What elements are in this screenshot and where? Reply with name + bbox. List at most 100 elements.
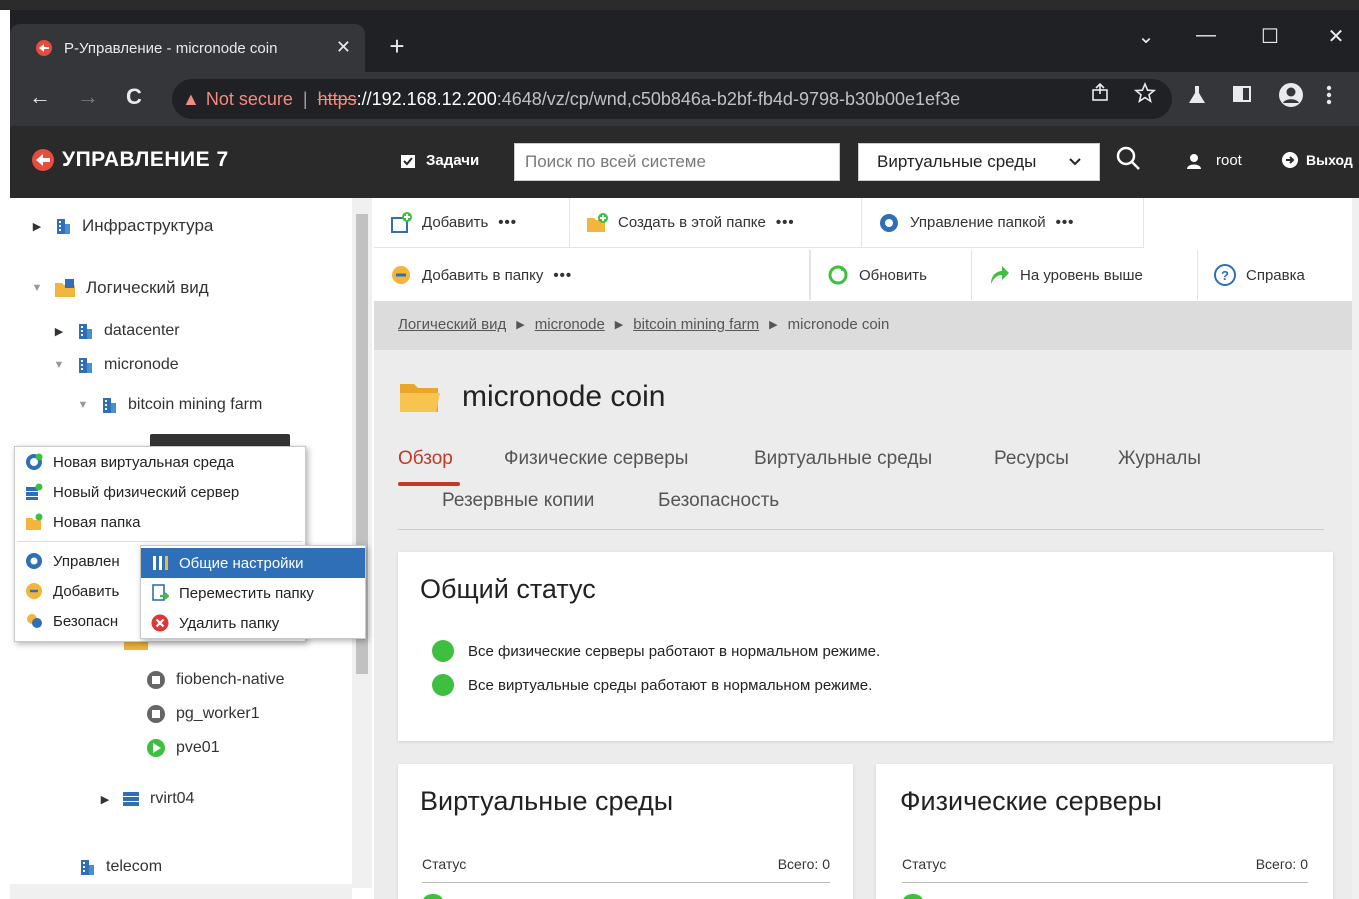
building-icon <box>79 358 92 373</box>
tree-item-pve01[interactable]: pve01 <box>146 738 220 758</box>
tree-vertical-scrollbar[interactable] <box>352 198 372 888</box>
url-separator: | <box>302 88 308 109</box>
content-scrollbar[interactable] <box>1352 198 1359 899</box>
create-in-folder-button[interactable]: Создать в этой папке ••• <box>570 198 862 248</box>
tree-item-infrastructure[interactable]: ▶ Инфраструктура <box>30 216 214 236</box>
menu-item-new-server[interactable]: Новый физический сервер <box>15 477 305 507</box>
browser-menu-icon[interactable] <box>1326 84 1332 106</box>
new-folder-icon <box>587 212 608 232</box>
collapse-arrow-icon[interactable]: ▼ <box>30 282 44 294</box>
tree-item-telecom[interactable]: telecom <box>78 858 162 876</box>
tree-item-logical-view[interactable]: ▼ Логический вид <box>30 278 209 298</box>
submenu-item-delete-folder[interactable]: Удалить папку <box>141 608 365 638</box>
submenu-item-general-settings[interactable]: Общие настройки <box>141 548 365 578</box>
virtual-environments-card: Виртуальные среды Статус Всего: 0 <box>398 764 853 899</box>
chevron-down-icon <box>1069 158 1081 166</box>
menu-item-label: Новая папка <box>53 513 141 531</box>
tab-physical-servers[interactable]: Физические серверы <box>504 448 688 470</box>
global-search-input[interactable] <box>514 143 840 181</box>
maximize-button[interactable]: ☐ <box>1250 24 1290 49</box>
tree-label: datacenter <box>104 322 180 339</box>
new-tab-button[interactable]: + <box>382 32 412 62</box>
tab-security[interactable]: Безопасность <box>658 490 779 512</box>
menu-item-label: Удалить папку <box>179 614 280 632</box>
action-toolbar: Добавить ••• Создать в этой папке ••• Уп… <box>374 198 1352 302</box>
minimize-button[interactable]: — <box>1186 24 1226 47</box>
user-icon <box>1187 153 1201 169</box>
breadcrumb-link[interactable]: Логический вид <box>398 316 506 333</box>
url-scheme-sep: :// <box>356 88 372 109</box>
tab-resources[interactable]: Ресурсы <box>994 448 1069 470</box>
back-button[interactable]: ← <box>24 84 56 110</box>
add-to-folder-icon <box>392 266 410 284</box>
browser-tab[interactable]: Р-Управление - micronode coin ✕ <box>10 24 365 72</box>
side-panel-icon[interactable] <box>1232 84 1252 104</box>
more-icon[interactable]: ••• <box>498 214 517 231</box>
manage-folder-button[interactable]: Управление папкой ••• <box>862 198 1144 248</box>
tab-close-icon[interactable]: ✕ <box>336 37 351 58</box>
gear-icon <box>880 213 898 232</box>
tree-label: Инфраструктура <box>82 216 214 235</box>
tab-virtual-environments[interactable]: Виртуальные среды <box>754 448 932 470</box>
profile-icon[interactable] <box>1278 82 1304 108</box>
bookmark-star-icon[interactable] <box>1134 82 1156 104</box>
app-logo[interactable]: УПРАВЛЕНИЕ 7 <box>32 148 229 172</box>
not-secure-label[interactable]: Not secure <box>206 89 293 110</box>
more-icon[interactable]: ••• <box>1056 214 1075 231</box>
manage-label: Управление папкой <box>910 214 1046 231</box>
level-up-button[interactable]: На уровень выше <box>972 250 1198 300</box>
collapse-arrow-icon[interactable]: ▼ <box>76 399 90 411</box>
tree-item-datacenter[interactable]: ▶ datacenter <box>52 322 180 340</box>
tab-search-icon[interactable]: ⌄ <box>1126 24 1166 49</box>
tree-item-pg-worker1[interactable]: pg_worker1 <box>146 704 260 724</box>
expand-arrow-icon[interactable]: ▶ <box>52 325 66 338</box>
column-status: Статус <box>422 856 467 872</box>
tree-item-bitcoin-mining-farm[interactable]: ▼ bitcoin mining farm <box>76 396 262 414</box>
forward-button[interactable]: → <box>72 84 104 110</box>
refresh-button[interactable]: Обновить <box>810 250 972 300</box>
breadcrumb-link[interactable]: micronode <box>535 316 605 333</box>
tasks-button[interactable]: Задачи <box>400 152 479 169</box>
submenu-item-move-folder[interactable]: Переместить папку <box>141 578 365 608</box>
ve-stopped-icon <box>147 671 165 689</box>
more-icon[interactable]: ••• <box>776 214 795 231</box>
tab-overview[interactable]: Обзор <box>398 448 453 470</box>
delete-icon <box>151 614 169 632</box>
add-button[interactable]: Добавить ••• <box>374 198 570 248</box>
tree-label: Логический вид <box>86 278 209 297</box>
user-menu[interactable]: root <box>1186 152 1242 169</box>
logo-text: УПРАВЛЕНИЕ 7 <box>62 148 229 171</box>
reload-button[interactable]: C <box>118 84 150 110</box>
tree-label: pve01 <box>176 739 220 756</box>
expand-arrow-icon[interactable]: ▶ <box>98 793 112 806</box>
tab-backups[interactable]: Резервные копии <box>442 490 594 512</box>
browser-tab-bar: Р-Управление - micronode coin ✕ + ⌄ — ☐ … <box>10 10 1359 72</box>
menu-item-new-folder[interactable]: Новая папка <box>15 507 305 537</box>
help-button[interactable]: ? Справка <box>1198 250 1352 300</box>
help-label: Справка <box>1246 266 1305 284</box>
share-icon[interactable] <box>1090 82 1110 102</box>
add-to-folder-button[interactable]: Добавить в папку ••• <box>374 250 810 300</box>
close-window-button[interactable]: ✕ <box>1316 24 1356 49</box>
card-title: Общий статус <box>420 574 596 604</box>
url-field[interactable]: ▲ Not secure | https://192.168.12.200:46… <box>172 79 1172 119</box>
status-text: Все виртуальные среды работают в нормаль… <box>468 676 873 694</box>
search-icon[interactable] <box>1114 144 1144 174</box>
breadcrumb-separator-icon: ▶ <box>614 319 624 331</box>
server-icon <box>123 792 139 806</box>
tab-logs[interactable]: Журналы <box>1118 448 1201 470</box>
menu-item-new-ve[interactable]: Новая виртуальная среда <box>15 447 305 477</box>
more-icon[interactable]: ••• <box>553 267 572 284</box>
breadcrumb-link[interactable]: bitcoin mining farm <box>633 316 759 333</box>
extension-flask-icon[interactable] <box>1186 84 1208 106</box>
tree-horizontal-scrollbar[interactable] <box>10 884 352 899</box>
expand-arrow-icon[interactable]: ▶ <box>30 220 44 233</box>
tree-item-rvirt04[interactable]: ▶ rvirt04 <box>98 790 195 808</box>
tree-item-micronode[interactable]: ▼ micronode <box>52 356 179 374</box>
user-name: root <box>1216 152 1242 169</box>
tree-item-fiobench-native[interactable]: fiobench-native <box>146 670 285 690</box>
scope-select[interactable]: Виртуальные среды <box>858 143 1100 181</box>
collapse-arrow-icon[interactable]: ▼ <box>52 359 66 371</box>
menu-item-label: Добавить <box>53 582 120 600</box>
logout-button[interactable]: Выход <box>1282 152 1353 168</box>
